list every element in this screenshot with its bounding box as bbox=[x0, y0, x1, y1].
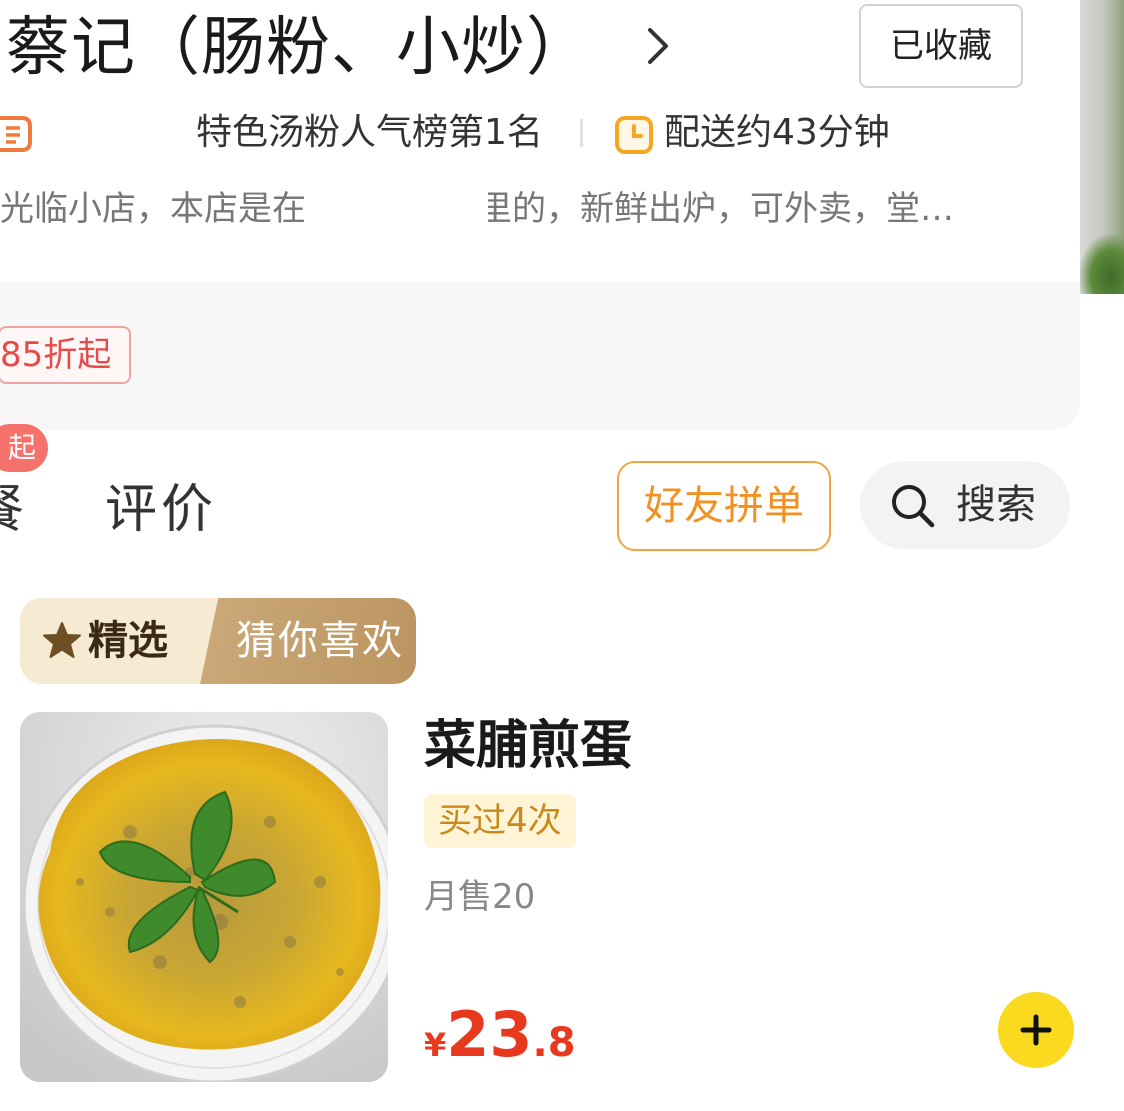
price-currency: ¥ bbox=[424, 1026, 447, 1064]
chevron-right-icon[interactable] bbox=[640, 24, 674, 68]
group-order-button[interactable]: 好友拼单 bbox=[617, 461, 831, 551]
divider bbox=[580, 119, 583, 147]
product-name[interactable]: 菜脯煎蛋 bbox=[424, 712, 632, 780]
store-name[interactable]: 蔡记（肠粉、小炒） bbox=[6, 8, 591, 88]
bought-count-badge: 买过4次 bbox=[424, 794, 576, 848]
description-part-2: 里的，新鲜出炉，可外卖，堂… bbox=[488, 189, 954, 229]
section-featured-label: 精选 bbox=[88, 618, 168, 664]
menu-list-icon bbox=[0, 116, 32, 152]
omelette-photo bbox=[20, 712, 388, 1082]
store-photo-edge bbox=[1080, 0, 1124, 294]
favorite-button[interactable]: 已收藏 bbox=[859, 4, 1023, 88]
discount-tag[interactable]: 85折起 bbox=[0, 326, 132, 384]
section-chip[interactable]: 精选 猜你喜欢 bbox=[20, 598, 416, 684]
product-price: ¥23.8 bbox=[424, 1000, 576, 1070]
ranking-text[interactable]: 特色汤粉人气榜第1名 bbox=[196, 106, 543, 160]
search-button[interactable]: 搜索 bbox=[860, 461, 1070, 549]
plus-icon bbox=[1020, 1014, 1052, 1046]
tab-badge: 起 bbox=[0, 424, 48, 472]
store-description[interactable]: 光临小店，本店是在 里的，新鲜出炉，可外卖，堂… bbox=[0, 182, 1040, 236]
description-part-1: 光临小店，本店是在 bbox=[0, 189, 306, 229]
price-decimal: .8 bbox=[532, 1020, 576, 1066]
product-image[interactable] bbox=[20, 712, 388, 1082]
add-to-cart-button[interactable] bbox=[998, 992, 1074, 1068]
delivery-time: 配送约43分钟 bbox=[664, 112, 890, 153]
price-integer: 23 bbox=[446, 998, 533, 1071]
promo-band bbox=[0, 282, 1080, 430]
search-icon bbox=[892, 485, 935, 528]
clock-icon bbox=[615, 116, 653, 154]
search-label: 搜索 bbox=[956, 482, 1036, 528]
store-header-card: 蔡记（肠粉、小炒） 已收藏 特色汤粉人气榜第1名 配送约43分钟 光临小店，本店… bbox=[0, 0, 1080, 430]
star-icon bbox=[43, 622, 81, 658]
section-recommend-label: 猜你喜欢 bbox=[236, 618, 404, 664]
monthly-sales: 月售20 bbox=[424, 877, 536, 917]
tab-reviews[interactable]: 评价 bbox=[105, 478, 217, 542]
tab-meal[interactable]: 餐 bbox=[0, 478, 24, 542]
store-info-row: 特色汤粉人气榜第1名 配送约43分钟 bbox=[0, 106, 1080, 160]
